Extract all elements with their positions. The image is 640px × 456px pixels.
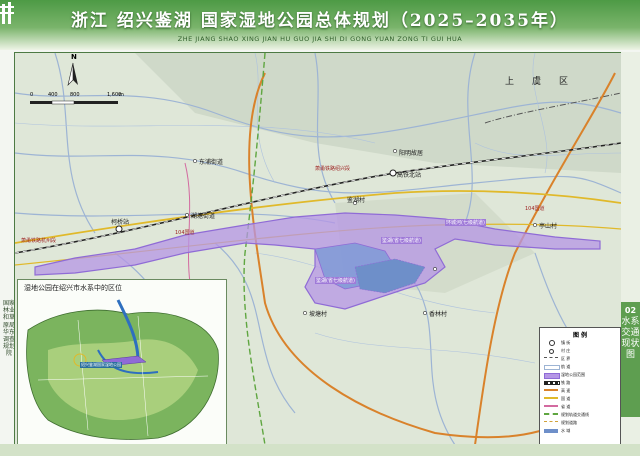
scale-tick-800: 800 xyxy=(70,92,80,98)
legend-national-road-icon xyxy=(544,397,558,399)
legend-item: 铁 路 xyxy=(544,379,618,386)
north-letter: N xyxy=(71,53,77,61)
legend-water-icon xyxy=(544,429,558,433)
district-label: 上虞区 xyxy=(505,77,587,87)
map-legend: 图 例 镇 街 村 庄 区 界 航 道 湿地公园范围 铁 路 高 速 国 道 省… xyxy=(539,327,621,445)
legend-item: 水 域 xyxy=(544,427,618,434)
legend-item: 镇 街 xyxy=(544,339,618,346)
lake-label-ring-river: 环城河(七级航道) xyxy=(445,219,486,226)
place-xianglin: 香林村 xyxy=(429,311,448,318)
legend-item: 高 速 xyxy=(544,387,618,394)
place-yangming: 阳明故居 xyxy=(399,150,424,157)
legend-item: 规划轨道交通线 xyxy=(544,411,618,418)
title-banner: 浙江 绍兴鉴湖 国家湿地公园总体规划（2025–2035年） ZHE JIANG… xyxy=(0,0,640,50)
road-label-railway-hangzhou: 萧甬铁路杭州段 xyxy=(21,238,57,244)
sheet-title: 水系交通现状图 xyxy=(621,317,640,360)
place-dongpu: 东浦街道 xyxy=(199,159,224,166)
bottom-band xyxy=(0,444,640,456)
legend-item: 国 道 xyxy=(544,395,618,402)
legend-item: 村 庄 xyxy=(544,347,618,354)
location-inset-map: 湿地公园在绍兴市水系中的区位 绍兴鉴湖国家湿地公园 xyxy=(17,279,227,445)
road-label-railway-shaoxing: 萧甬铁路绍兴段 xyxy=(315,166,351,172)
map-canvas[interactable]: N 0 400 800 1,600 m 上虞区 高铁北站 阳明故居 柯桥站 亭山… xyxy=(14,52,622,446)
lake-label-east: 鉴湖(省七级航道) xyxy=(381,237,422,244)
legend-village-icon xyxy=(549,349,554,354)
legend-item: 湿地公园范围 xyxy=(544,371,618,379)
place-north-station: 高铁北站 xyxy=(397,172,422,179)
inset-svg xyxy=(26,299,219,440)
legend-item: 航 道 xyxy=(544,363,618,370)
legend-provincial-road-icon xyxy=(544,405,558,407)
scale-tick-0: 0 xyxy=(30,92,34,98)
place-potang: 坡塘村 xyxy=(309,311,328,318)
place-keqiao-station: 柯桥站 xyxy=(111,219,130,226)
keqiao-station-marker xyxy=(115,225,123,233)
north-arrow-icon xyxy=(67,62,78,86)
legend-planned-rail-icon xyxy=(544,413,558,415)
page-subtitle-pinyin: ZHE JIANG SHAO XING JIAN HU GUO JIA SHI … xyxy=(177,35,463,43)
legend-waterway-icon xyxy=(544,365,560,370)
place-jianhu: 鉴湖村 xyxy=(347,197,366,204)
legend-item: 省 道 xyxy=(544,403,618,410)
scale-tick-400: 400 xyxy=(48,92,58,98)
legend-boundary-icon xyxy=(544,357,558,358)
legend-railway-icon xyxy=(544,381,560,385)
place-hutang: 湖塘街道 xyxy=(191,213,216,220)
page-title: 浙江 绍兴鉴湖 国家湿地公园总体规划（2025–2035年） xyxy=(71,11,569,31)
legend-item: 区 界 xyxy=(544,355,618,362)
legend-title: 图 例 xyxy=(572,332,588,339)
legend-planned-road-icon xyxy=(544,421,558,422)
map-sheet: 浙江 绍兴鉴湖 国家湿地公园总体规划（2025–2035年） ZHE JIANG… xyxy=(0,0,640,456)
legend-highway-icon xyxy=(544,389,558,391)
north-station-marker xyxy=(389,169,397,177)
legend-town-icon xyxy=(549,340,555,346)
inset-park-label: 绍兴鉴湖国家湿地公园 xyxy=(80,362,122,368)
sheet-number: 02 xyxy=(624,306,637,315)
lake-label-west: 鉴湖(省七级航道) xyxy=(315,277,356,284)
place-tingshan: 亭山村 xyxy=(539,223,558,230)
scale-unit: m xyxy=(119,92,124,98)
legend-item: 规划道路 xyxy=(544,419,618,426)
road-label-104-west: 104国道 xyxy=(175,230,195,236)
scale-bar-icon xyxy=(30,100,118,105)
sheet-tab: 02 水系交通现状图 xyxy=(621,302,640,417)
road-label-104-east: 104国道 xyxy=(525,206,545,212)
